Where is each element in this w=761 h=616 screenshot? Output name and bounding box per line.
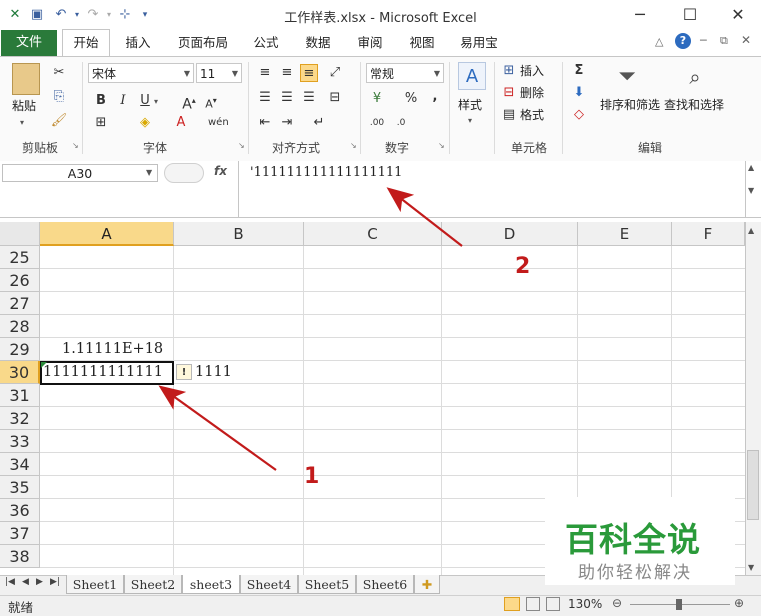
annotation-label-1: 1 <box>304 464 320 489</box>
status-bar <box>0 595 761 616</box>
zoom-out-icon[interactable]: ⊖ <box>612 596 622 610</box>
watermark-subtitle: 助你轻松解决 <box>578 563 692 583</box>
normal-view-icon[interactable] <box>504 597 520 611</box>
annotation-arrow-1 <box>158 385 277 471</box>
first-sheet-icon[interactable]: |◀ <box>5 577 15 587</box>
sheet-tab-sheet5[interactable]: Sheet5 <box>298 575 356 594</box>
prev-sheet-icon[interactable]: ◀ <box>22 577 29 587</box>
sheet-tab-sheet1[interactable]: Sheet1 <box>66 575 124 594</box>
annotation-arrow-2 <box>386 187 463 247</box>
zoom-in-icon[interactable]: ⊕ <box>734 596 744 610</box>
zoom-slider-thumb[interactable] <box>676 599 682 610</box>
sheet-tab-sheet3[interactable]: sheet3 <box>182 575 240 594</box>
next-sheet-icon[interactable]: ▶ <box>36 577 43 587</box>
sheet-tab-sheet2[interactable]: Sheet2 <box>124 575 182 594</box>
watermark-title: 百科全说 <box>565 520 701 559</box>
annotation-label-2: 2 <box>515 254 531 279</box>
page-layout-view-icon[interactable] <box>526 597 540 611</box>
insert-sheet-icon[interactable]: ✚ <box>414 575 440 594</box>
zoom-level[interactable]: 130% <box>568 597 602 611</box>
page-break-view-icon[interactable] <box>546 597 560 611</box>
sheet-tab-sheet4[interactable]: Sheet4 <box>240 575 298 594</box>
status-ready: 就绪 <box>8 600 34 615</box>
sheet-tab-sheet6[interactable]: Sheet6 <box>356 575 414 594</box>
last-sheet-icon[interactable]: ▶| <box>50 577 60 587</box>
